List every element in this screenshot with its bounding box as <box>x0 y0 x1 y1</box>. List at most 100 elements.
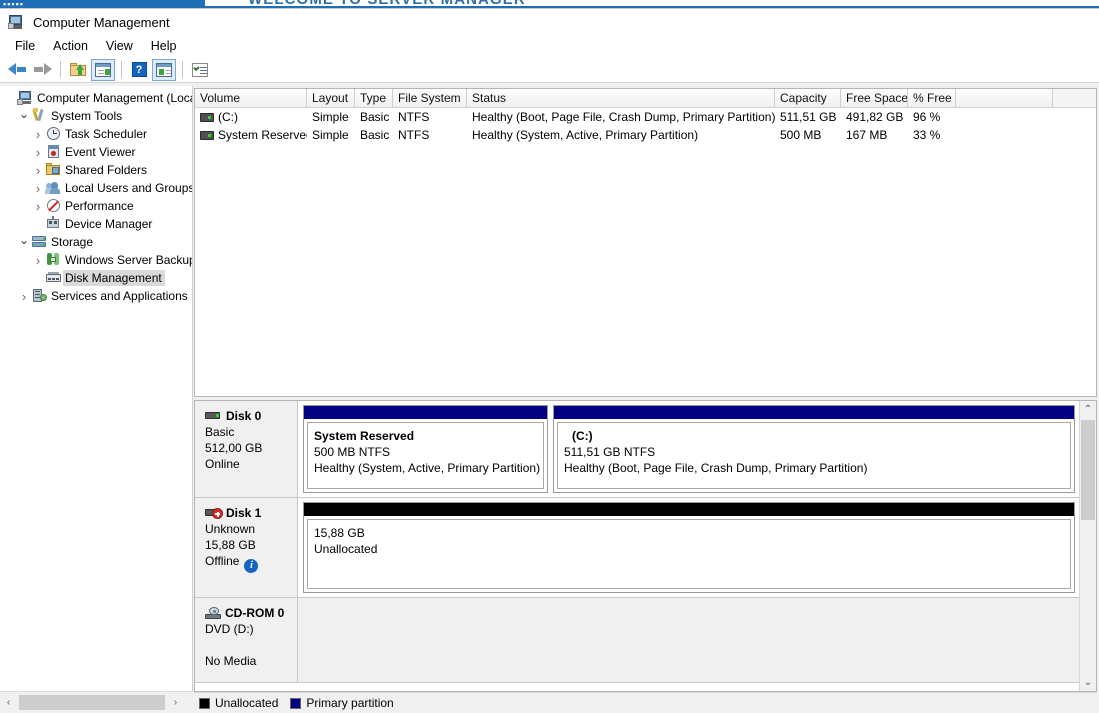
chevron-right-icon[interactable]: › <box>31 179 45 197</box>
computer-management-icon <box>8 14 25 30</box>
volume-column-header-type[interactable]: Type <box>355 89 393 107</box>
clock-icon <box>45 125 63 143</box>
partition-box[interactable]: 15,88 GBUnallocated <box>303 502 1075 593</box>
toolbar-separator-2 <box>121 61 122 78</box>
volume-column-header-blank[interactable] <box>956 89 1053 107</box>
tree-item-windows-server-backup[interactable]: ›Windows Server Backup <box>0 251 192 269</box>
chevron-right-icon[interactable]: › <box>31 251 45 269</box>
up-one-level-button[interactable] <box>66 59 90 81</box>
volume-cell-capacity: 500 MB <box>775 128 841 142</box>
help-button[interactable]: ? <box>127 59 151 81</box>
chevron-down-icon[interactable]: ⌄ <box>17 233 31 251</box>
show-hide-console-tree-button[interactable] <box>91 59 115 81</box>
show-hide-action-pane-button[interactable] <box>152 59 176 81</box>
volume-column-header-capacity[interactable]: Capacity <box>775 89 841 107</box>
disk-title: Disk 1 <box>205 506 297 520</box>
disk-status: Online <box>205 457 297 471</box>
chevron-right-icon[interactable]: › <box>31 197 45 215</box>
properties-button[interactable] <box>188 59 212 81</box>
back-button[interactable] <box>5 59 29 81</box>
menu-file[interactable]: File <box>6 37 44 55</box>
partition-box[interactable]: (C:)511,51 GB NTFSHealthy (Boot, Page Fi… <box>553 405 1075 493</box>
volume-column-header--free[interactable]: % Free <box>908 89 956 107</box>
chevron-right-icon[interactable]: › <box>31 161 45 179</box>
partition-name: System Reserved <box>314 428 543 444</box>
chevron-right-icon[interactable]: › <box>31 125 45 143</box>
disk-type: Unknown <box>205 522 297 536</box>
disk-row[interactable]: CD-ROM 0DVD (D:) No Media <box>195 598 1079 683</box>
graph-scroll-down-button[interactable]: ⌄ <box>1080 674 1096 691</box>
partition-color-bar <box>554 406 1074 419</box>
volume-list-header: VolumeLayoutTypeFile SystemStatusCapacit… <box>195 89 1096 108</box>
graphical-view-pane: Disk 0Basic512,00 GBOnlineSystem Reserve… <box>194 400 1097 692</box>
legend-item: Unallocated <box>199 696 278 710</box>
graph-scrollbar-thumb[interactable] <box>1081 420 1095 520</box>
disk-partitions-area <box>298 598 1079 682</box>
tree-item-computer-management-local[interactable]: Computer Management (Local <box>0 89 192 107</box>
chevron-down-icon[interactable]: ⌄ <box>17 107 31 125</box>
volume-column-header-volume[interactable]: Volume <box>195 89 307 107</box>
partition-color-bar <box>304 406 547 419</box>
chevron-right-icon[interactable]: › <box>17 287 31 305</box>
disk-status: No Media <box>205 654 297 668</box>
tree-item-event-viewer[interactable]: › Event Viewer <box>0 143 192 161</box>
volume-cell-free-space: 167 MB <box>841 128 908 142</box>
tree-horizontal-scrollbar[interactable]: ‹ › <box>0 691 193 713</box>
info-icon[interactable]: i <box>244 559 258 573</box>
disk-row[interactable]: Disk 0Basic512,00 GBOnlineSystem Reserve… <box>195 401 1079 498</box>
tree-scroll-left-button[interactable]: ‹ <box>0 693 17 713</box>
disk-status-text: Offline <box>205 554 239 568</box>
title-bar: Computer Management <box>0 9 1099 35</box>
disk-error-icon <box>205 507 221 519</box>
tree-item-device-manager[interactable]: Device Manager <box>0 215 192 233</box>
legend-swatch <box>199 698 210 709</box>
volume-cell-volume: System Reserved <box>195 128 307 142</box>
volume-row[interactable]: System ReservedSimpleBasicNTFSHealthy (S… <box>195 126 1096 144</box>
tree-item-local-users-and-groups[interactable]: ›Local Users and Groups <box>0 179 192 197</box>
volume-row[interactable]: (C:)SimpleBasicNTFSHealthy (Boot, Page F… <box>195 108 1096 126</box>
disk-info-panel[interactable]: CD-ROM 0DVD (D:) No Media <box>195 598 298 682</box>
partition-box[interactable]: System Reserved500 MB NTFSHealthy (Syste… <box>303 405 548 493</box>
tree-item-services-and-applications[interactable]: ›Services and Applications <box>0 287 192 305</box>
tree-item-disk-management[interactable]: Disk Management <box>0 269 192 287</box>
volume-column-header-status[interactable]: Status <box>467 89 775 107</box>
tree-item-label: Shared Folders <box>63 163 147 177</box>
menu-bar: File Action View Help <box>0 35 1099 57</box>
partition-details: 15,88 GBUnallocated <box>307 519 1071 589</box>
partition-status: Healthy (System, Active, Primary Partiti… <box>314 460 543 476</box>
tree-item-label: Computer Management (Local <box>35 91 192 105</box>
tree-spacer <box>31 269 45 287</box>
graph-scroll-up-button[interactable]: ⌃ <box>1080 401 1096 418</box>
action-pane-icon <box>156 63 172 77</box>
chevron-right-icon[interactable]: › <box>31 143 45 161</box>
partition-details: (C:)511,51 GB NTFSHealthy (Boot, Page Fi… <box>557 422 1071 489</box>
forward-button[interactable] <box>30 59 54 81</box>
tree-item-shared-folders[interactable]: › Shared Folders <box>0 161 192 179</box>
partition-size: 500 MB NTFS <box>314 444 543 460</box>
disk-info-panel[interactable]: Disk 0Basic512,00 GBOnline <box>195 401 298 497</box>
volume-column-header-free-space[interactable]: Free Space <box>841 89 908 107</box>
menu-action[interactable]: Action <box>44 37 97 55</box>
volume-label: (C:) <box>218 110 238 124</box>
volume-cell-volume: (C:) <box>195 110 307 124</box>
tree-scrollbar-thumb[interactable] <box>19 695 165 710</box>
forward-arrow-icon <box>33 63 52 76</box>
volume-cell-file-system: NTFS <box>393 128 467 142</box>
background-server-manager-strip: ▪▪▪▪▪ WELCOME TO SERVER MANAGER <box>0 0 1099 8</box>
tree-item-performance[interactable]: ›Performance <box>0 197 192 215</box>
tree-item-task-scheduler[interactable]: ›Task Scheduler <box>0 125 192 143</box>
volume-column-header-layout[interactable]: Layout <box>307 89 355 107</box>
tree-item-storage[interactable]: ⌄Storage <box>0 233 192 251</box>
disk-icon <box>205 410 221 422</box>
performance-icon <box>45 197 63 215</box>
volume-list-rows: (C:)SimpleBasicNTFSHealthy (Boot, Page F… <box>195 108 1096 144</box>
graphical-view-vertical-scrollbar[interactable]: ⌃ ⌄ <box>1079 401 1096 691</box>
tree-scroll-right-button[interactable]: › <box>167 693 184 713</box>
menu-view[interactable]: View <box>97 37 142 55</box>
disk-row[interactable]: Disk 1Unknown15,88 GBOfflinei15,88 GBUna… <box>195 498 1079 598</box>
disk-info-panel[interactable]: Disk 1Unknown15,88 GBOfflinei <box>195 498 298 597</box>
menu-help[interactable]: Help <box>142 37 186 55</box>
volume-column-header-file-system[interactable]: File System <box>393 89 467 107</box>
tree-item-system-tools[interactable]: ⌄System Tools <box>0 107 192 125</box>
tree-item-label: Event Viewer <box>63 145 135 159</box>
